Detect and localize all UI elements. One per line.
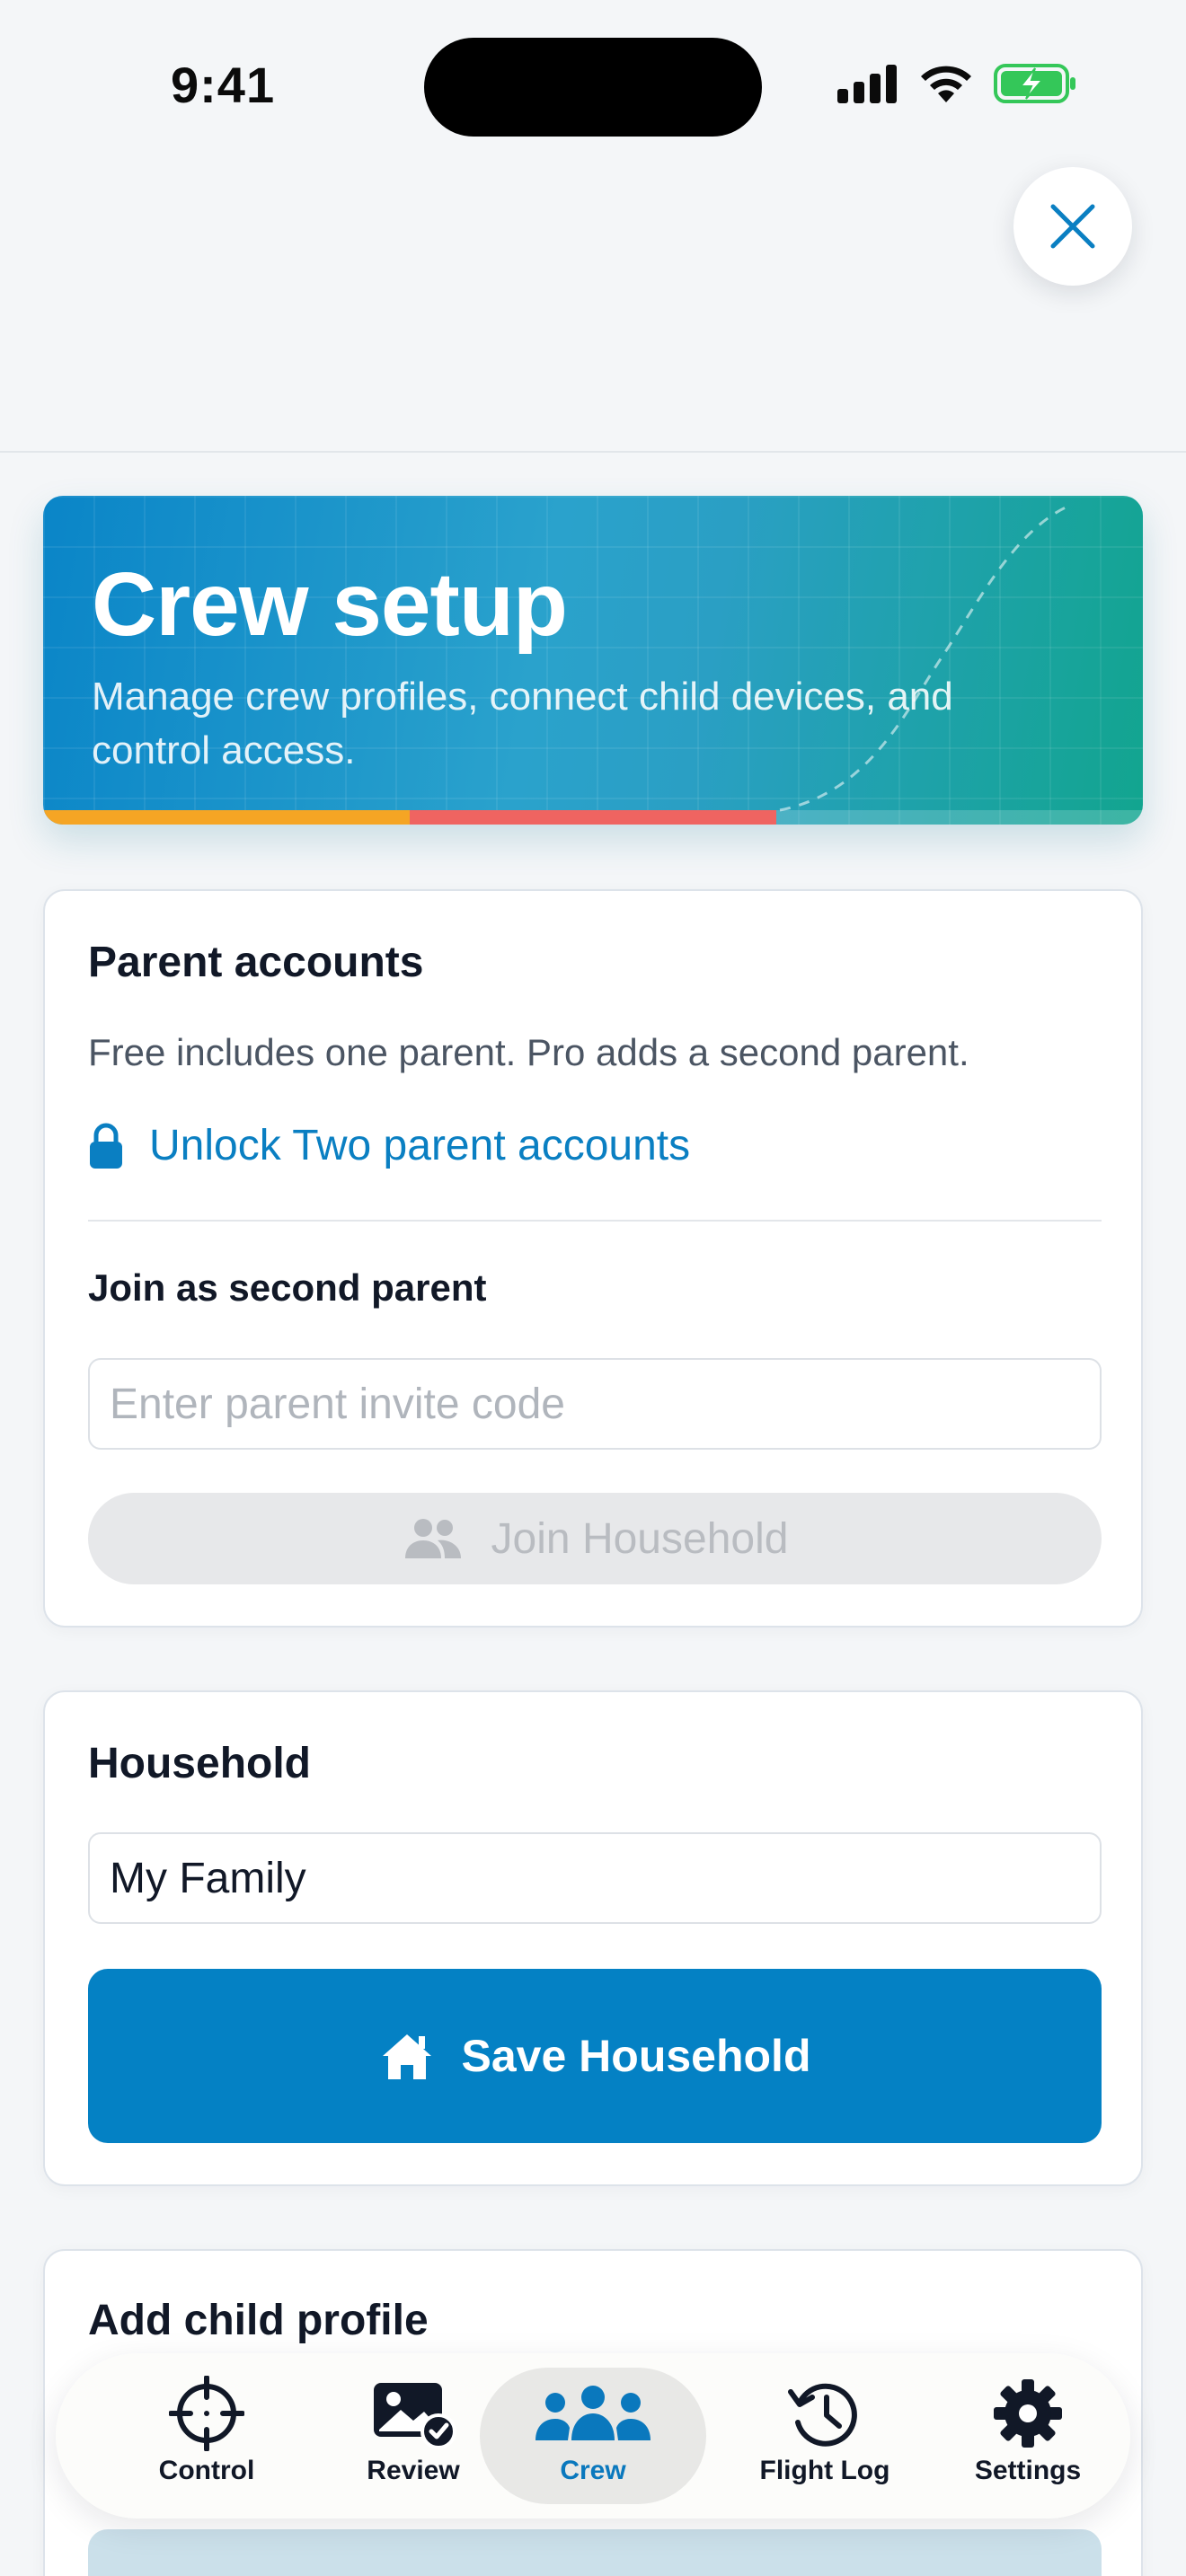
hero-banner: Crew setup Manage crew profiles, connect… xyxy=(43,496,1143,825)
tab-label: Settings xyxy=(974,2456,1082,2485)
dynamic-island xyxy=(424,38,762,137)
stripe-rest xyxy=(776,810,1143,825)
cellular-signal-icon xyxy=(837,65,897,103)
hero-stripe xyxy=(43,810,1143,825)
stripe-orange xyxy=(43,810,410,825)
unlock-two-parents-link[interactable]: Unlock Two parent accounts xyxy=(88,1121,690,1170)
status-icons xyxy=(837,63,1078,104)
history-icon xyxy=(788,2383,857,2447)
join-household-button[interactable]: Join Household xyxy=(88,1493,1102,1584)
gear-icon xyxy=(994,2379,1062,2448)
household-name-input[interactable] xyxy=(88,1832,1102,1924)
household-title: Household xyxy=(88,1740,311,1787)
join-household-label: Join Household xyxy=(491,1514,789,1563)
status-bar: 9:41 xyxy=(0,0,1186,171)
card-divider xyxy=(88,1220,1102,1222)
battery-charging-icon xyxy=(994,64,1075,103)
tab-label: Control xyxy=(158,2456,255,2485)
tab-label: Crew xyxy=(560,2456,626,2485)
close-button[interactable] xyxy=(1013,167,1132,286)
household-card: Household Save Household xyxy=(43,1690,1143,2186)
parent-accounts-description: Free includes one parent. Pro adds a sec… xyxy=(88,1031,969,1073)
save-household-label: Save Household xyxy=(461,2031,811,2081)
bottom-tab-bar: Control Review Crew Flight Log Settings xyxy=(56,2353,1130,2519)
lock-icon xyxy=(90,1123,122,1169)
people-icon xyxy=(535,2386,651,2440)
wifi-icon xyxy=(921,66,971,102)
tab-control[interactable]: Control xyxy=(102,2368,311,2504)
page-title: Crew setup xyxy=(92,554,568,655)
photo-check-icon xyxy=(374,2383,456,2449)
parent-accounts-title: Parent accounts xyxy=(88,939,424,986)
tab-flight-log[interactable]: Flight Log xyxy=(721,2368,929,2504)
tab-label: Flight Log xyxy=(759,2456,890,2485)
unlock-label: Unlock Two parent accounts xyxy=(149,1122,691,1169)
child-profile-action-area xyxy=(88,2529,1102,2576)
header-divider xyxy=(0,451,1186,453)
hero-subtitle: Manage crew profiles, connect child devi… xyxy=(92,675,953,772)
crosshair-icon xyxy=(169,2376,244,2451)
home-icon xyxy=(382,2034,431,2079)
stripe-red xyxy=(410,810,776,825)
join-second-parent-label: Join as second parent xyxy=(88,1266,487,1309)
add-child-profile-title: Add child profile xyxy=(88,2297,429,2344)
status-time: 9:41 xyxy=(171,57,276,113)
tab-label: Review xyxy=(367,2456,460,2485)
tab-settings[interactable]: Settings xyxy=(924,2368,1132,2504)
close-icon xyxy=(1050,204,1095,249)
tab-crew[interactable]: Crew xyxy=(480,2368,706,2504)
parent-accounts-card: Parent accounts Free includes one parent… xyxy=(43,889,1143,1628)
save-household-button[interactable]: Save Household xyxy=(88,1969,1102,2143)
parent-invite-code-input[interactable] xyxy=(88,1358,1102,1450)
people-icon xyxy=(404,1519,461,1558)
